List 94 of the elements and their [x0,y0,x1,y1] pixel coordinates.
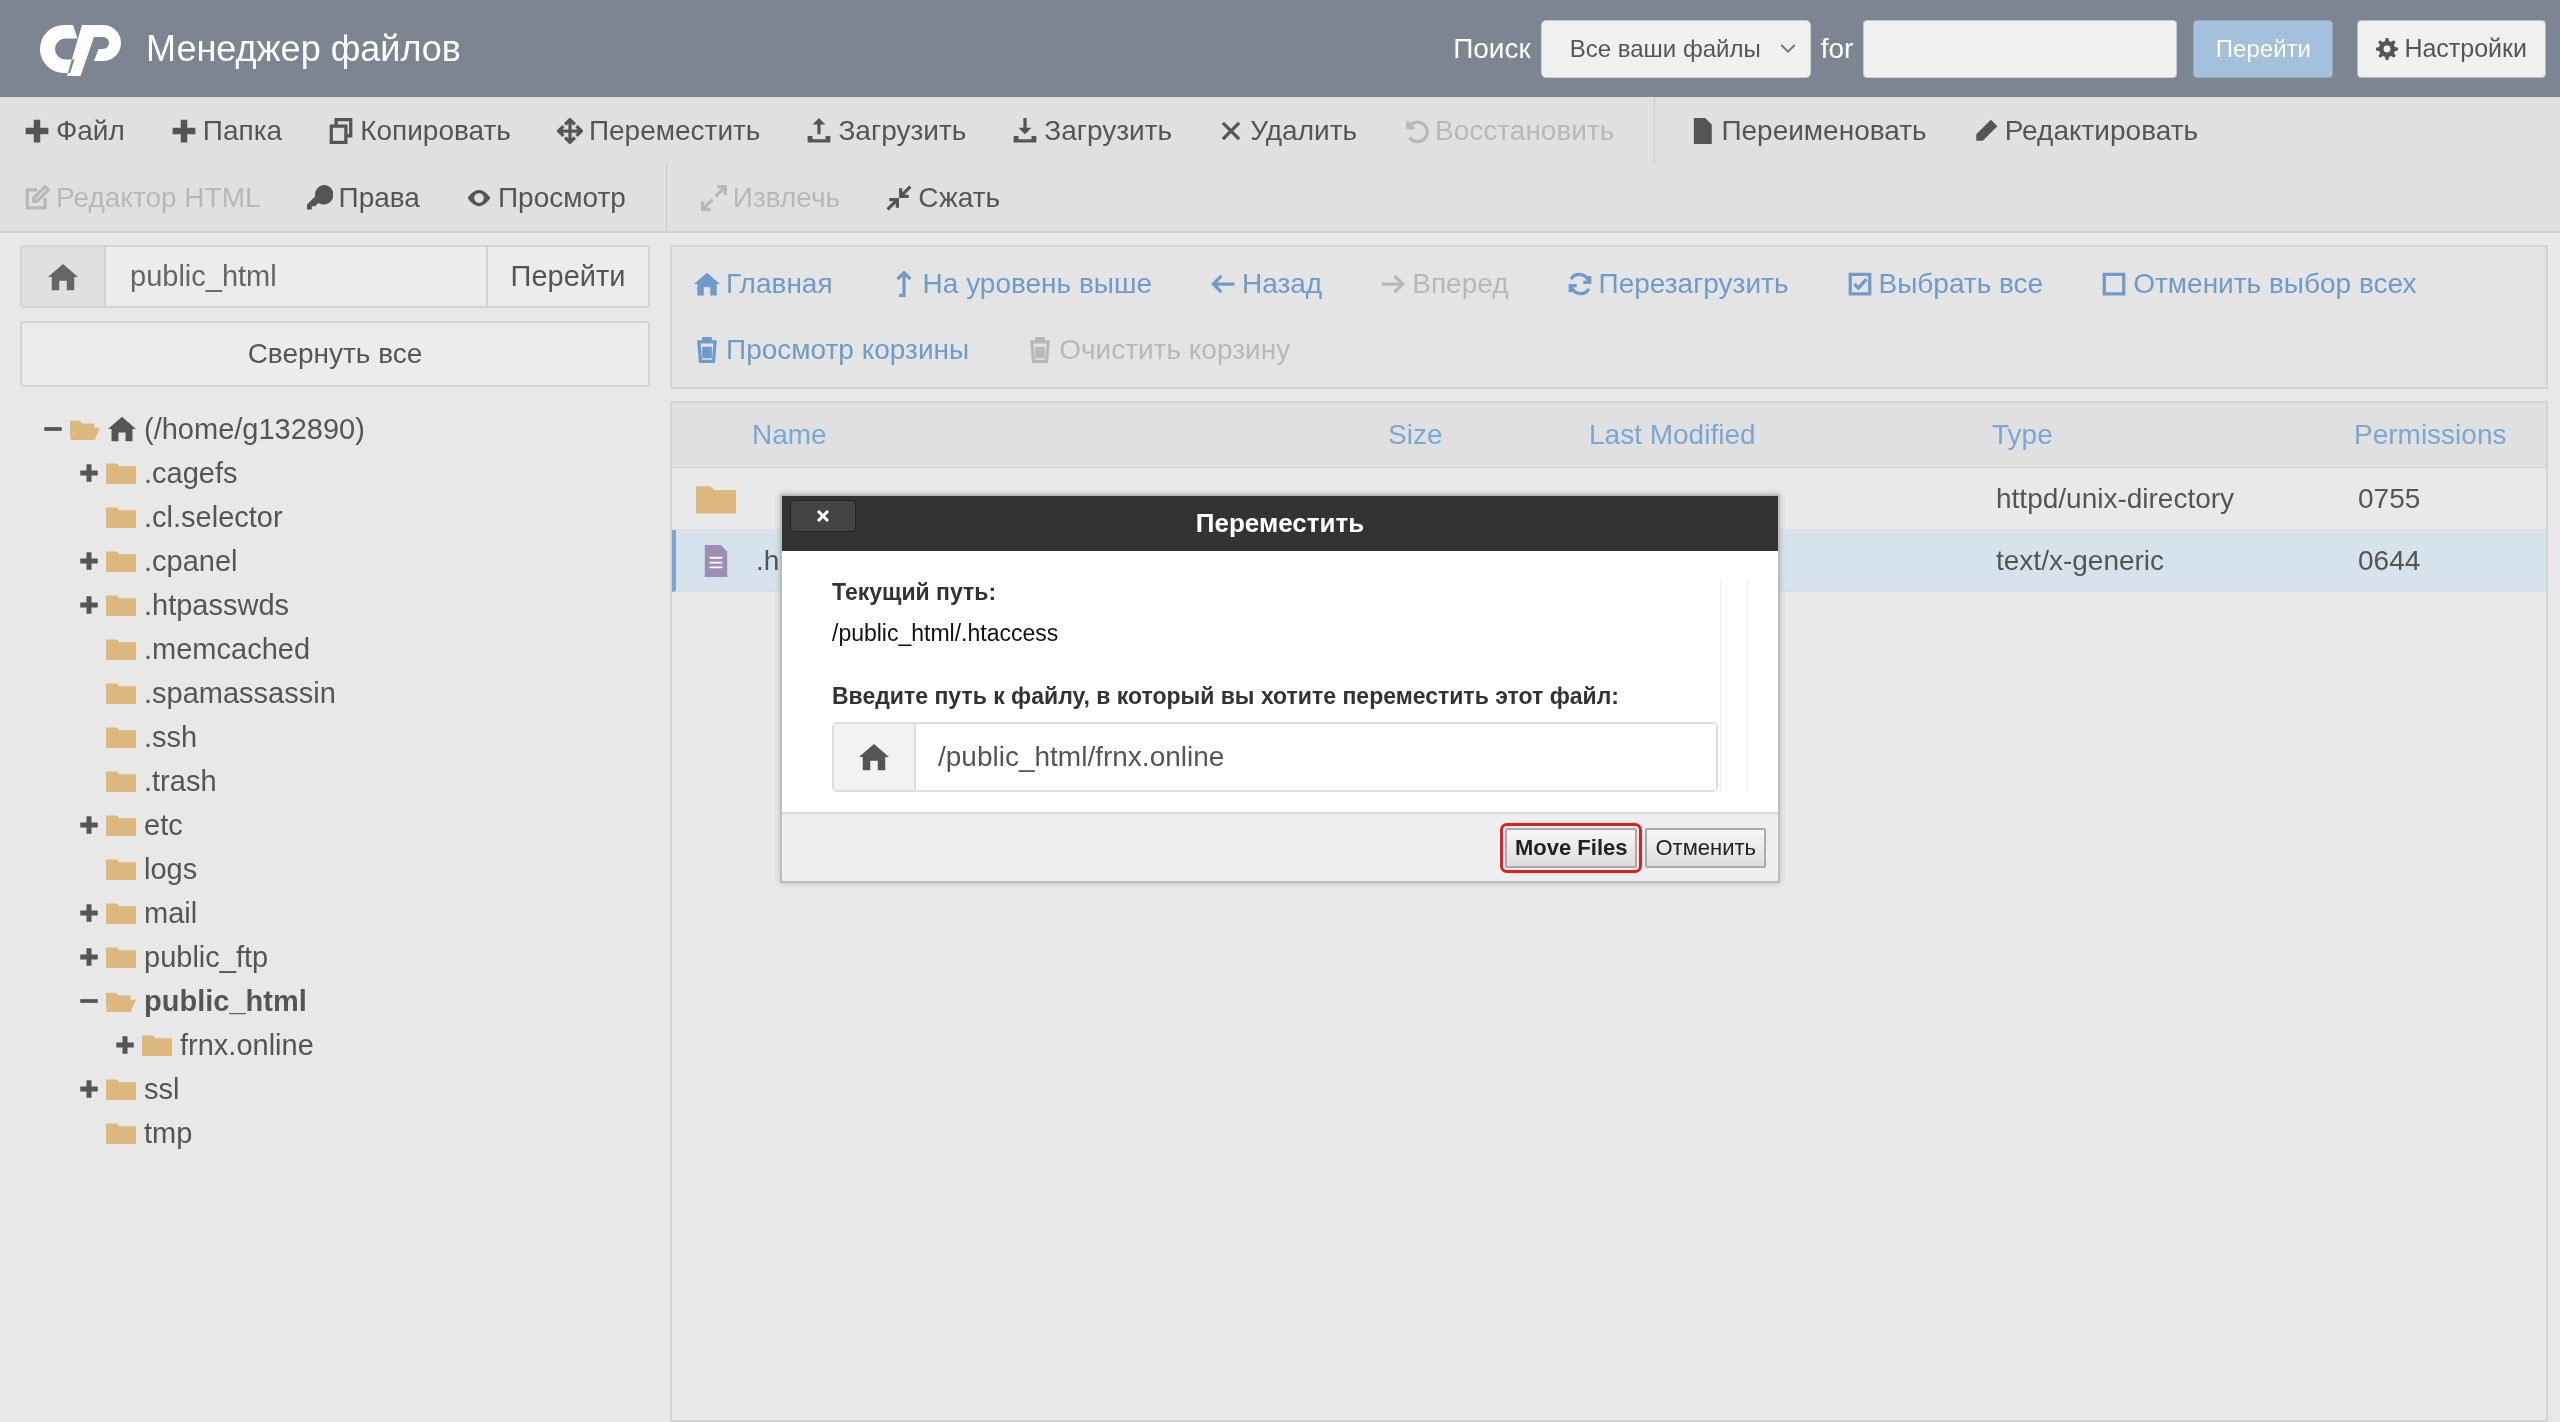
home-icon [48,261,78,292]
tree-item[interactable]: tmp [144,1116,193,1150]
folder-icon [106,461,136,485]
tree-item[interactable]: .cl.selector [144,500,283,534]
refresh-icon [1566,271,1593,297]
tree-item[interactable]: .memcached [144,632,310,666]
folder-icon [106,637,136,661]
empty-box-icon [2101,271,2128,297]
trash-icon [694,337,720,363]
folder-icon [142,1033,172,1057]
search-label: Поиск [1453,32,1531,65]
chevron-down-icon [1779,42,1796,55]
cancel-button[interactable]: Отменить [1645,827,1766,868]
toolbar-button[interactable]: Файл [8,108,141,153]
search-field[interactable] [1863,19,2178,78]
folder-icon [106,857,136,881]
tree-item[interactable]: .cagefs [144,456,238,490]
folder-icon [106,593,136,617]
search-scope-select[interactable]: Все ваши файлы [1540,19,1811,78]
tree-item[interactable]: logs [144,852,198,886]
plus-icon[interactable] [79,903,99,923]
toolbar-button[interactable]: Папка [154,108,299,153]
tree-item[interactable]: .htpasswds [144,588,290,622]
tree-item[interactable]: .trash [144,764,217,798]
for-label: for [1820,32,1854,65]
toolbar-button[interactable]: Загрузить [790,108,983,153]
plus-icon[interactable] [79,947,99,967]
table-cell-text: .h [756,544,781,577]
plus-icon [170,117,197,144]
close-icon [815,508,831,524]
folder-icon [106,769,136,793]
tree-item[interactable]: public_ftp [144,940,269,974]
tree-item[interactable]: etc [144,808,183,842]
destination-field[interactable]: /public_html/frnx.online [832,722,1718,792]
settings-icon [2376,37,2399,60]
toolbar-button[interactable]: Удалить [1202,108,1374,153]
toolbar-button[interactable]: Переименовать [1673,108,1943,153]
plus-icon[interactable] [79,463,99,483]
plus-icon[interactable] [79,815,99,835]
folder-icon [106,725,136,749]
folder-icon [106,1077,136,1101]
plus-icon [24,117,50,144]
home-icon [859,742,889,772]
plus-icon[interactable] [79,1079,99,1099]
folder-icon [106,945,136,969]
table-cell-text: 0644 [2358,544,2422,577]
folder-icon [106,549,136,573]
table-cell-text: text/x-generic [1996,544,2166,577]
folder-icon [106,505,136,529]
home-icon [108,415,136,443]
toolbar-button[interactable]: Копировать [312,108,527,153]
toolbar-button[interactable]: Переместить [540,108,777,153]
plus-icon[interactable] [79,595,99,615]
path-go-button[interactable]: Перейти [486,247,648,306]
tree-item[interactable]: .spamassassin [144,676,336,710]
checked-box-icon [1846,271,1873,297]
download-icon [1012,117,1039,144]
move-arrows-icon [556,117,583,144]
close-button[interactable] [790,500,856,532]
upload-icon [806,117,833,144]
folder-icon [106,681,136,705]
toolbar-button[interactable]: Права [290,175,436,220]
table-cell-text: 0755 [2358,482,2422,515]
home-icon [694,271,720,297]
key-icon [306,184,333,211]
toolbar-button[interactable]: Сжать [870,175,1017,220]
folder-icon [106,813,136,837]
toolbar-button[interactable]: Редактировать [1956,108,2215,153]
collapse-all-button[interactable]: Свернуть все [20,321,650,387]
path-field[interactable]: public_html Перейти [20,245,650,308]
plus-icon[interactable] [79,551,99,571]
dialog-title: Переместить [1195,508,1365,539]
compress-icon [886,184,913,211]
edit-icon [24,184,50,211]
destination-label: Введите путь к файлу, в который вы хотите переместить этот файл: [832,683,1620,710]
tree-item[interactable]: (/home/g132890) [144,412,365,446]
tree-item[interactable]: mail [144,896,198,930]
tree-item[interactable]: .cpanel [144,544,238,578]
tree-item[interactable]: public_html [144,984,307,1018]
table-cell-text: httpd/unix-directory [1996,482,2236,515]
expand-icon [700,184,727,211]
current-path: /public_html/.htaccess [832,620,1060,647]
copy-icon [328,117,355,144]
current-path-label: Текущий путь: [832,579,998,606]
tree-item[interactable]: frnx.online [180,1028,314,1062]
settings-button[interactable]: Настройки [2357,19,2546,78]
plus-icon[interactable] [115,1035,135,1055]
tree-item[interactable]: .ssh [144,720,198,754]
app-title: Менеджер файлов [146,27,461,70]
toolbar-button[interactable]: Просмотр [449,175,642,220]
tree-item[interactable]: ssl [144,1072,180,1106]
folder-icon [106,1121,136,1145]
folder-icon [106,901,136,925]
toolbar-button[interactable]: Загрузить [996,108,1189,153]
